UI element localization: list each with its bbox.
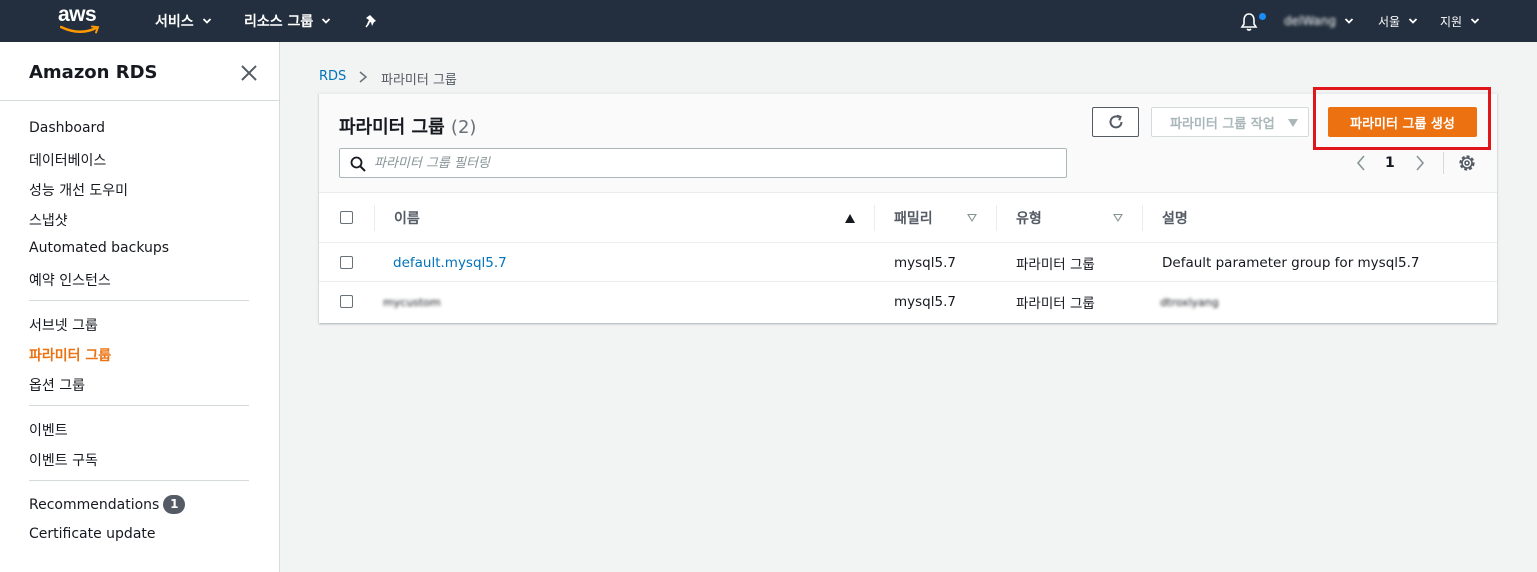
sidebar-item-reserved-instances[interactable]: 예약 인스턴스	[29, 270, 111, 290]
resource-groups-menu[interactable]: 리소스 그룹	[244, 0, 331, 42]
sort-ascending-icon[interactable]	[845, 214, 855, 223]
chevron-down-icon	[1470, 16, 1480, 26]
chevron-right-icon	[359, 71, 368, 83]
sidebar-title: Amazon RDS	[29, 62, 158, 83]
description-cell: dtroxlyang	[1160, 295, 1219, 309]
aws-smile-icon	[60, 25, 100, 34]
row-checkbox[interactable]	[340, 295, 353, 308]
panel-title: 파라미터 그룹 (2)	[339, 117, 477, 138]
sidebar-item-automated-backups[interactable]: Automated backups	[29, 240, 169, 256]
chevron-down-icon	[1408, 16, 1418, 26]
region-menu[interactable]: 서울	[1378, 0, 1418, 42]
parameter-group-name-link[interactable]: default.mysql5.7	[393, 243, 507, 283]
family-cell: mysql5.7	[894, 294, 956, 310]
top-navigation-bar: aws 서비스 리소스 그룹 delWang 서울 지원	[0, 0, 1537, 42]
row-checkbox[interactable]	[340, 256, 353, 269]
refresh-button[interactable]	[1092, 107, 1139, 137]
parameter-groups-panel: 파라미터 그룹 (2) 파라미터 그룹 작업 파라미터 그룹 생성 1	[319, 87, 1497, 323]
search-field[interactable]	[339, 148, 1067, 178]
divider	[1142, 205, 1143, 231]
create-parameter-group-button[interactable]: 파라미터 그룹 생성	[1328, 107, 1477, 137]
parameter-group-actions-button[interactable]: 파라미터 그룹 작업	[1151, 107, 1309, 137]
divider	[996, 205, 997, 231]
sidebar-item-events[interactable]: 이벤트	[29, 420, 68, 440]
description-cell: Default parameter group for mysql5.7	[1162, 255, 1420, 271]
chevron-right-icon[interactable]	[1413, 154, 1427, 172]
account-menu[interactable]: delWang	[1284, 0, 1354, 42]
divider	[29, 405, 249, 406]
type-cell: 파라미터 그룹	[1016, 257, 1095, 273]
notification-dot	[1259, 13, 1266, 20]
sidebar-item-certificate-update[interactable]: Certificate update	[29, 526, 156, 542]
sidebar-item-event-subscriptions[interactable]: 이벤트 구독	[29, 450, 98, 470]
divider	[29, 300, 249, 301]
divider	[1443, 152, 1444, 174]
gear-icon[interactable]	[1457, 153, 1477, 173]
close-icon[interactable]	[240, 64, 258, 82]
family-cell: mysql5.7	[894, 255, 956, 271]
recommendations-count-badge: 1	[163, 495, 186, 514]
services-menu[interactable]: 서비스	[155, 0, 212, 42]
refresh-icon	[1109, 114, 1122, 129]
sidebar-item-subnet-groups[interactable]: 서브넷 그룹	[29, 315, 98, 335]
type-cell: 파라미터 그룹	[1016, 296, 1095, 312]
sort-icon[interactable]	[967, 214, 977, 222]
column-header-type[interactable]: 유형	[1016, 193, 1042, 242]
divider	[0, 100, 280, 101]
divider	[874, 205, 875, 231]
aws-logo[interactable]: aws	[58, 4, 104, 36]
sort-icon[interactable]	[1113, 214, 1123, 222]
column-header-name[interactable]: 이름	[394, 193, 420, 242]
page-number[interactable]: 1	[1385, 155, 1395, 171]
sidebar-item-option-groups[interactable]: 옵션 그룹	[29, 375, 85, 395]
chevron-down-icon	[321, 16, 331, 26]
chevron-down-icon	[202, 16, 212, 26]
search-icon	[350, 156, 366, 172]
table-row[interactable]: default.mysql5.7 mysql5.7 파라미터 그룹 Defaul…	[319, 242, 1497, 282]
sidebar-item-parameter-groups[interactable]: 파라미터 그룹	[29, 345, 111, 365]
support-menu[interactable]: 지원	[1440, 0, 1480, 42]
select-all-checkbox[interactable]	[340, 211, 353, 224]
sidebar-item-databases[interactable]: 데이터베이스	[29, 150, 106, 170]
column-header-description[interactable]: 설명	[1162, 193, 1188, 242]
search-input[interactable]	[374, 149, 1054, 177]
sidebar-item-recommendations[interactable]: Recommendations 1	[29, 495, 186, 514]
chevron-down-icon	[1344, 16, 1354, 26]
sidebar: Amazon RDS Dashboard 데이터베이스 성능 개선 도우미 스냅…	[0, 42, 280, 572]
parameter-group-name-link[interactable]: mycustom	[383, 282, 441, 322]
divider	[29, 480, 249, 481]
panel-header: 파라미터 그룹 (2) 파라미터 그룹 작업 파라미터 그룹 생성 1	[319, 87, 1497, 193]
breadcrumb-current: 파라미터 그룹	[381, 73, 457, 88]
sidebar-item-performance-insights[interactable]: 성능 개선 도우미	[29, 180, 128, 200]
sidebar-item-snapshots[interactable]: 스냅샷	[29, 210, 68, 230]
breadcrumb-rds[interactable]: RDS	[319, 69, 346, 84]
dropdown-triangle-icon	[1288, 119, 1298, 127]
column-header-family[interactable]: 패밀리	[894, 193, 933, 242]
pin-icon[interactable]	[364, 0, 380, 42]
item-count: (2)	[450, 117, 477, 138]
notifications-bell-icon[interactable]	[1239, 12, 1259, 32]
divider	[374, 205, 375, 231]
table-row[interactable]: mycustom mysql5.7 파라미터 그룹 dtroxlyang	[319, 282, 1497, 322]
sidebar-item-dashboard[interactable]: Dashboard	[29, 120, 105, 136]
chevron-left-icon[interactable]	[1354, 154, 1368, 172]
